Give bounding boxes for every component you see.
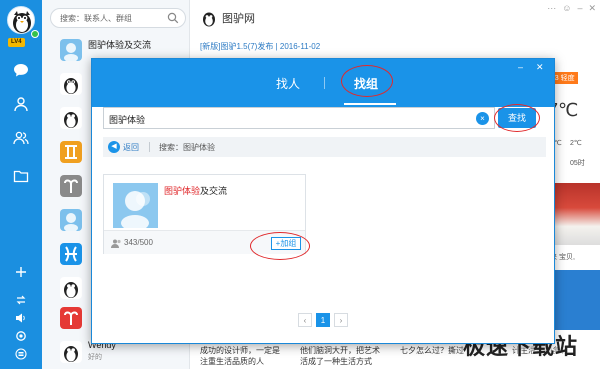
search-value: 图驴体验 bbox=[109, 115, 146, 125]
contact-last-message: 好的 bbox=[88, 354, 102, 361]
add-icon[interactable] bbox=[11, 262, 31, 282]
aries-zodiac-icon bbox=[60, 307, 82, 329]
highlight-ring bbox=[341, 65, 393, 97]
penguin-avatar-icon bbox=[60, 277, 82, 299]
breadcrumb: 搜索：图驴体验 bbox=[159, 143, 215, 152]
group-search-input[interactable]: 图驴体验 × bbox=[103, 107, 495, 129]
members-icon bbox=[111, 239, 122, 250]
groups-icon[interactable] bbox=[11, 128, 31, 148]
back-arrow-icon[interactable]: ◀ bbox=[108, 141, 120, 153]
news-item[interactable]: 七夕怎么过？撕过 bbox=[400, 345, 464, 356]
highlight-ring bbox=[494, 104, 540, 132]
penguin-avatar-icon bbox=[60, 107, 82, 129]
prev-page-button[interactable]: ‹ bbox=[298, 313, 312, 327]
minimize-icon[interactable]: – bbox=[518, 62, 523, 72]
dialog-header: 找人 找组 – ✕ bbox=[92, 59, 554, 107]
aries-zodiac-icon bbox=[60, 175, 82, 197]
clear-icon[interactable]: × bbox=[476, 112, 489, 125]
penguin-avatar-icon bbox=[13, 11, 31, 33]
online-status-dot bbox=[31, 30, 39, 38]
minimize-icon[interactable]: – bbox=[577, 3, 582, 14]
find-dialog: 找人 找组 – ✕ 图驴体验 × 查找 ◀ 返回 搜索：图驴体验 图驴体验及交流… bbox=[91, 58, 555, 344]
group-avatar-icon bbox=[60, 209, 82, 231]
left-rail: LV4 bbox=[0, 0, 42, 369]
group-avatar-icon bbox=[121, 191, 150, 231]
folder-icon[interactable] bbox=[11, 166, 31, 186]
skin-icon[interactable]: ☺ bbox=[562, 3, 571, 14]
highlight-ring bbox=[250, 232, 310, 260]
volume-icon[interactable] bbox=[11, 308, 31, 328]
penguin-avatar-icon bbox=[60, 73, 82, 95]
settings-icon[interactable] bbox=[11, 326, 31, 346]
news-item[interactable]: 成功的设计师，一定是 注重生活品质的人 bbox=[200, 345, 280, 367]
temp-high: 2℃ bbox=[570, 140, 582, 147]
group-name-rest: 及交流 bbox=[200, 186, 228, 196]
back-link[interactable]: 返回 bbox=[123, 142, 139, 153]
divider bbox=[149, 142, 150, 152]
news-photo[interactable] bbox=[548, 183, 600, 245]
forecast-time: 05时 bbox=[570, 160, 585, 167]
level-badge: LV4 bbox=[8, 38, 25, 47]
user-avatar[interactable] bbox=[7, 6, 35, 34]
active-tab-indicator bbox=[344, 103, 396, 105]
menu-icon[interactable] bbox=[11, 344, 31, 364]
chat-icon[interactable] bbox=[11, 60, 31, 80]
group-avatar bbox=[113, 183, 158, 231]
page-1-button[interactable]: 1 bbox=[316, 313, 330, 327]
next-page-button[interactable]: › bbox=[334, 313, 348, 327]
search-icon[interactable] bbox=[167, 12, 179, 26]
gemini-zodiac-icon bbox=[60, 141, 82, 163]
group-name-highlight: 图驴体验 bbox=[164, 186, 201, 196]
group-name: 图驴体验及交流 bbox=[164, 184, 227, 197]
release-news-link[interactable]: [新版]图驴1.5(7)发布 | 2016-11-02 bbox=[200, 41, 320, 52]
tab-divider bbox=[324, 77, 325, 89]
main-title: 图驴网 bbox=[222, 13, 255, 25]
window-controls: ··· ☺ – ✕ bbox=[547, 3, 596, 14]
contact-name: 图驴体验及交流 bbox=[88, 40, 152, 50]
contact-icon[interactable] bbox=[11, 94, 31, 114]
sync-icon[interactable] bbox=[11, 290, 31, 310]
contact-search-input[interactable]: 搜索：联系人、群组 bbox=[50, 8, 186, 28]
news-item[interactable]: 他们脑洞大开，把艺术 活成了一种生活方式 bbox=[300, 345, 380, 367]
close-icon[interactable]: ✕ bbox=[536, 62, 544, 73]
pagination: ‹ 1 › bbox=[298, 313, 348, 327]
pisces-zodiac-icon bbox=[60, 243, 82, 265]
result-bar: ◀ 返回 搜索：图驴体验 bbox=[103, 137, 546, 157]
member-count: 343/500 bbox=[124, 238, 153, 247]
close-icon[interactable]: ✕ bbox=[588, 3, 596, 14]
penguin-avatar-icon bbox=[60, 341, 82, 363]
penguin-logo-icon bbox=[200, 9, 218, 29]
group-avatar bbox=[60, 39, 82, 61]
tab-find-people[interactable]: 找人 bbox=[276, 75, 300, 92]
group-avatar-icon bbox=[64, 43, 78, 61]
news-photo[interactable] bbox=[548, 270, 600, 330]
search-placeholder: 搜索：联系人、群组 bbox=[60, 14, 132, 23]
more-icon[interactable]: ··· bbox=[547, 3, 556, 14]
